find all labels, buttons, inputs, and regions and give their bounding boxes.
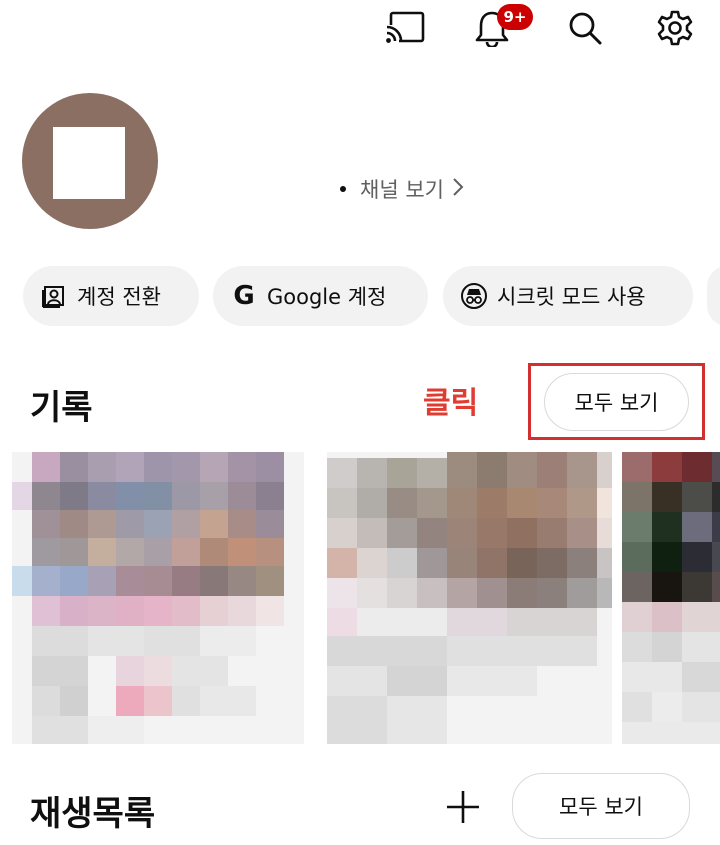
notification-badge: 9+: [497, 4, 533, 30]
history-view-all-label: 모두 보기: [574, 391, 659, 415]
playlists-view-all-button[interactable]: 모두 보기: [512, 773, 690, 839]
switch-account-chip[interactable]: 계정 전환: [23, 266, 199, 326]
history-thumbnail-2[interactable]: [327, 452, 612, 744]
incognito-icon: [461, 283, 487, 309]
search-icon[interactable]: [563, 6, 607, 50]
account-switch-icon: [41, 283, 67, 309]
incognito-label: 시크릿 모드 사용: [497, 285, 646, 309]
settings-icon[interactable]: [653, 6, 697, 50]
history-title: 기록: [30, 388, 93, 428]
chevron-right-icon: [452, 177, 464, 202]
avatar[interactable]: [22, 93, 158, 229]
switch-account-label: 계정 전환: [77, 285, 161, 309]
incognito-chip[interactable]: 시크릿 모드 사용: [443, 266, 693, 326]
playlists-title: 재생목록: [30, 794, 156, 834]
view-channel-link[interactable]: 채널 보기: [340, 174, 464, 204]
cast-icon[interactable]: [383, 6, 427, 50]
more-chip-partial[interactable]: [707, 266, 720, 326]
playlists-view-all-label: 모두 보기: [559, 795, 643, 819]
history-thumbnail-1[interactable]: [12, 452, 304, 744]
google-account-chip[interactable]: G Google 계정: [213, 266, 428, 326]
view-channel-label: 채널 보기: [360, 178, 444, 202]
google-icon: G: [233, 281, 255, 311]
bullet-dot: [340, 186, 346, 192]
click-annotation: 클릭: [423, 386, 479, 421]
avatar-placeholder: [53, 127, 125, 199]
history-thumbnail-3[interactable]: [622, 452, 720, 744]
add-playlist-icon[interactable]: [442, 786, 484, 828]
history-view-all-button[interactable]: 모두 보기: [544, 373, 689, 431]
google-account-label: Google 계정: [267, 285, 387, 309]
